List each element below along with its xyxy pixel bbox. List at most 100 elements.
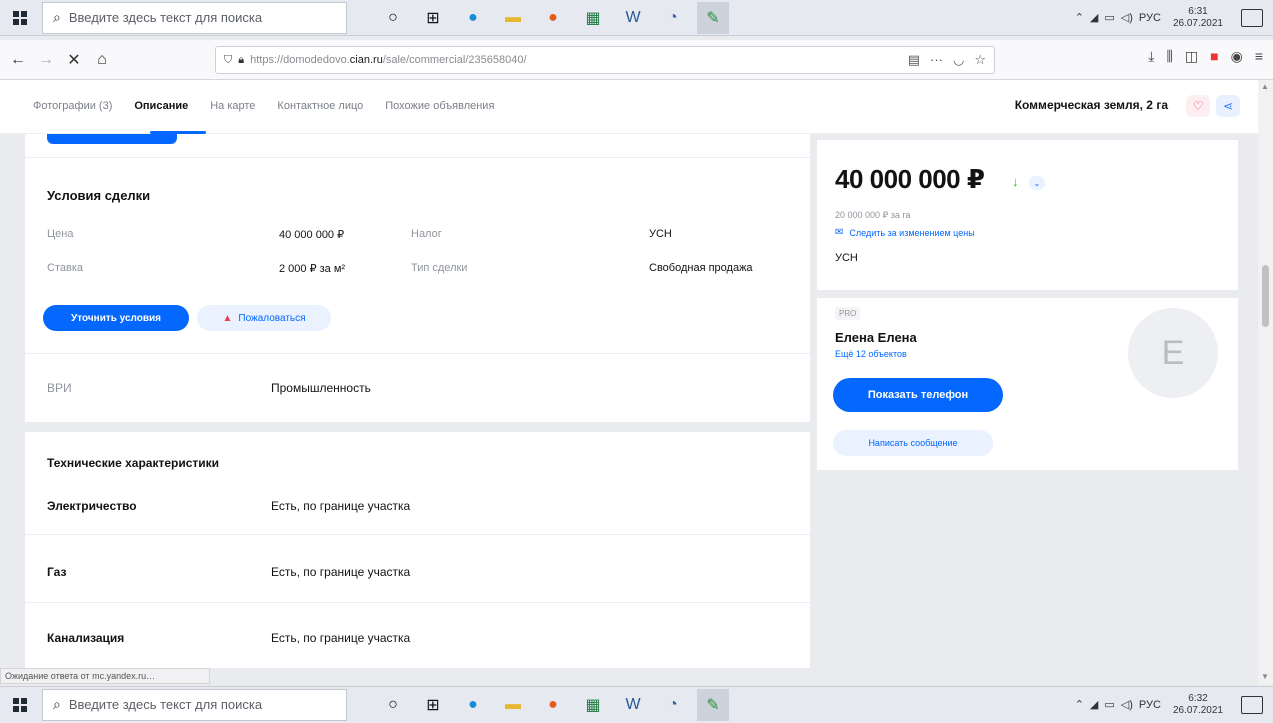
show-phone-button[interactable]: Показать телефон [833,378,1003,412]
word-icon[interactable]: W [617,2,649,34]
app-icon[interactable]: ◔ [657,689,689,721]
app-icon[interactable]: ◔ [657,2,689,34]
start-button[interactable] [0,0,40,36]
edge-icon[interactable]: ● [457,689,489,721]
system-tray: ⌃ ◢ ▭ ◁) РУС 6:32 26.07.2021 [1075,693,1273,717]
stop-icon[interactable]: ✕ [60,46,88,74]
clock[interactable]: 6:31 26.07.2021 [1173,6,1223,30]
tab-photos[interactable]: Фотографии (3) [33,100,112,112]
deal-terms-title: Условия сделки [47,188,151,203]
network-icon[interactable]: ◢ [1090,11,1098,24]
sidebar-icon[interactable]: ◫ [1185,48,1198,65]
tech-row-label: Электричество [47,499,137,513]
language-indicator[interactable]: РУС [1139,699,1161,711]
url-domain: cian.ru [349,54,383,66]
windows-icon [13,697,27,712]
menu-icon[interactable]: ≡ [1255,48,1263,65]
explorer-icon[interactable]: ▬ [497,2,529,34]
paint-icon[interactable]: ✎ [697,1,729,34]
pocket-icon[interactable]: ◡ [953,52,964,68]
chevron-up-icon[interactable]: ⌃ [1075,698,1084,711]
explorer-icon[interactable]: ▬ [497,689,529,721]
lock-icon[interactable]: 🔒︎ [238,54,244,67]
more-objects-link[interactable]: Ещё 12 объектов [835,349,907,359]
listing-tabs: Фотографии (3) Описание На карте Контакт… [33,100,494,112]
divider [25,353,810,354]
tab-description[interactable]: Описание [134,100,188,112]
notification-icon[interactable] [1241,695,1263,714]
tech-title: Технические характеристики [47,456,220,470]
divider [25,534,810,535]
price-card: 40 000 000 ₽ ↓ ⌄ 20 000 000 ₽ за га ✉ Сл… [817,140,1238,290]
excel-icon[interactable]: ▦ [577,689,609,721]
battery-icon[interactable]: ▭ [1104,698,1114,711]
windows-icon [13,10,27,25]
scrollbar-thumb[interactable] [1262,265,1269,327]
favorite-icon[interactable]: ♡ [1186,95,1210,117]
clock[interactable]: 6:32 26.07.2021 [1173,693,1223,717]
watch-price-link[interactable]: ✉ Следить за изменением цены [835,227,975,238]
prev-button-edge [47,134,177,144]
notification-icon[interactable] [1241,8,1263,27]
address-bar[interactable]: ⛉ 🔒︎ https://domodedovo. cian.ru/sale/com… [215,46,995,74]
taskbar-search[interactable]: ⌕ Введите здесь текст для поиска [42,688,347,721]
avatar[interactable]: Е [1128,308,1218,398]
network-icon[interactable]: ◢ [1090,698,1098,711]
reader-icon[interactable]: ▤ [908,52,920,68]
scroll-down-icon[interactable]: ▼ [1261,672,1269,681]
side-price: 40 000 000 ₽ [835,164,985,194]
search-icon: ⌕ [53,9,61,25]
tab-similar[interactable]: Похожие объявления [385,100,494,112]
watch-price-label: Следить за изменением цены [849,227,975,238]
more-icon[interactable]: ··· [930,52,943,68]
multitask-icon[interactable]: ⊞ [417,2,449,34]
taskbar-search[interactable]: ⌕ Введите здесь текст для поиска [42,1,347,34]
start-button[interactable] [0,687,40,723]
task-view-icon[interactable]: ○ [377,689,409,721]
tab-contact[interactable]: Контактное лицо [277,100,363,112]
write-message-button[interactable]: Написать сообщение [833,430,993,456]
language-indicator[interactable]: РУС [1139,12,1161,24]
chevron-up-icon[interactable]: ⌃ [1075,11,1084,24]
page-scrollbar[interactable]: ▲ ▼ [1258,80,1273,685]
home-icon[interactable]: ⌂ [88,46,116,74]
share-icon[interactable]: ⋖ [1216,95,1240,117]
back-icon[interactable]: ← [4,46,32,74]
library-icon[interactable]: ⫼ [1166,48,1172,65]
clock-time: 6:32 [1188,692,1208,704]
extension-icon[interactable]: ■ [1210,48,1218,65]
price-history-chevron-icon[interactable]: ⌄ [1029,176,1045,190]
excel-icon[interactable]: ▦ [577,2,609,34]
url-prefix: https://domodedovo. [250,54,350,66]
forward-icon[interactable]: → [32,46,60,74]
volume-icon[interactable]: ◁) [1121,11,1133,24]
firefox-icon[interactable]: ● [537,689,569,721]
task-view-icon[interactable]: ○ [377,2,409,34]
tab-map[interactable]: На карте [210,100,255,112]
scroll-up-icon[interactable]: ▲ [1261,82,1269,91]
system-tray: ⌃ ◢ ▭ ◁) РУС 6:31 26.07.2021 [1075,6,1273,30]
clock-date: 26.07.2021 [1172,17,1223,29]
clarify-terms-button[interactable]: Уточнить условия [43,305,189,331]
deal-type-value: Свободная продажа [649,262,753,274]
search-icon: ⌕ [53,696,61,712]
agent-card: PRO Елена Елена Ещё 12 объектов Показать… [817,298,1238,470]
rate-value: 2 000 ₽ за м² [279,263,346,275]
url-suffix: /sale/commercial/235658040/ [382,54,527,66]
browser-right-tools: ⤓ ⫼ ◫ ■ ◉ ≡ [1148,48,1263,65]
firefox-icon[interactable]: ● [537,2,569,34]
multitask-icon[interactable]: ⊞ [417,689,449,721]
shield-icon[interactable]: ⛉ [224,54,232,67]
download-icon[interactable]: ⤓ [1148,48,1154,65]
agent-name[interactable]: Елена Елена [835,330,917,345]
taskbar-search-placeholder: Введите здесь текст для поиска [68,10,263,25]
star-icon[interactable]: ☆ [974,52,986,68]
complain-button[interactable]: ▲ Пожаловаться [197,305,331,331]
rate-label: Ставка [47,262,83,274]
battery-icon[interactable]: ▭ [1104,11,1114,24]
paint-icon[interactable]: ✎ [697,688,729,721]
account-icon[interactable]: ◉ [1231,48,1243,65]
volume-icon[interactable]: ◁) [1121,698,1133,711]
word-icon[interactable]: W [617,689,649,721]
edge-icon[interactable]: ● [457,2,489,34]
